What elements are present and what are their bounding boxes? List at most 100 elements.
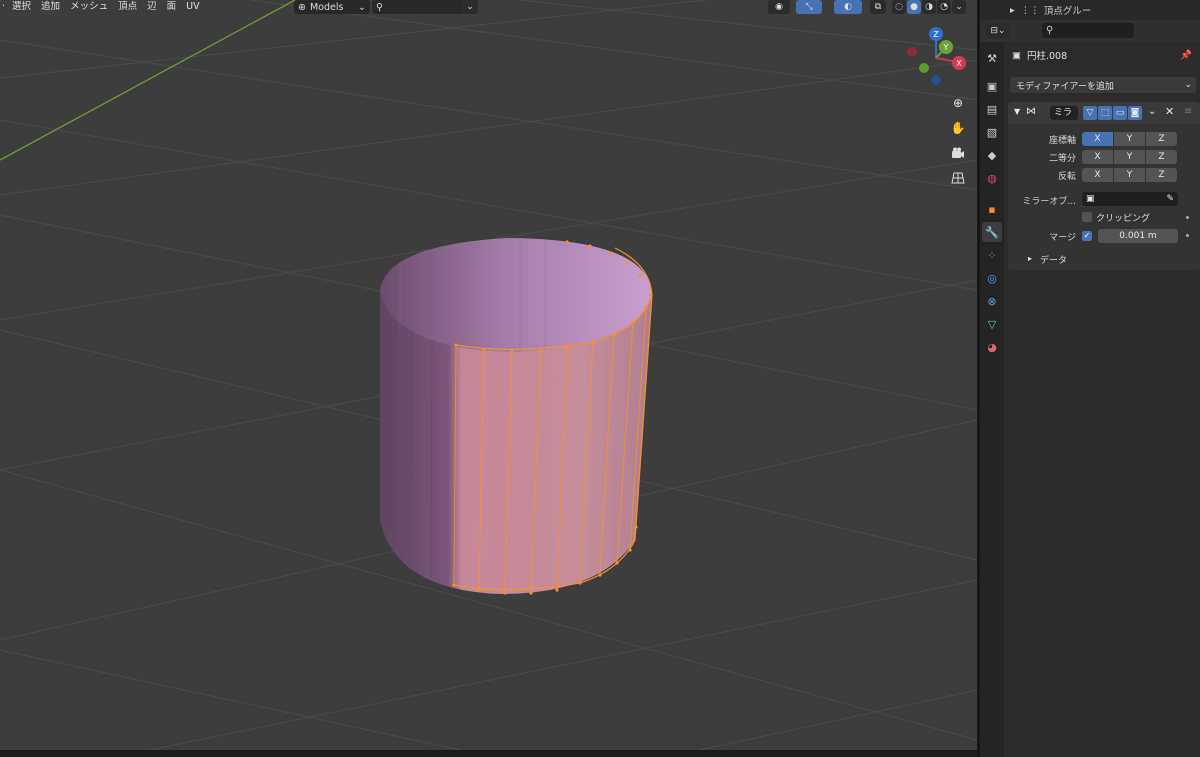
shading-solid-icon[interactable]: ●	[907, 0, 921, 14]
bisect-z-toggle[interactable]: Z	[1146, 150, 1177, 164]
shading-options-icon[interactable]: ⌄	[952, 0, 966, 14]
scene-tab-icon[interactable]: ◆	[982, 145, 1002, 165]
menu-separator: ·	[2, 1, 6, 12]
drag-handle-icon[interactable]: ≡	[1184, 106, 1192, 117]
menu-face[interactable]: 面	[162, 0, 182, 14]
properties-search-field[interactable]: ⚲	[1042, 23, 1134, 38]
modifier-name-field[interactable]: ミラ	[1050, 106, 1078, 120]
particles-tab-icon[interactable]: ⁘	[982, 245, 1002, 265]
chevron-down-icon: ⌄	[358, 1, 366, 13]
cage-toggle-icon[interactable]: ⬚	[1098, 106, 1112, 120]
modifier-panel-header: ▼ ⋈ ミラ ▽ ⬚ ▭ ◙ ⌄ ✕ ≡	[1008, 102, 1200, 124]
viewport-scene[interactable]	[0, 0, 977, 750]
axis-x-toggle[interactable]: X	[1082, 132, 1113, 146]
merge-label: マージ	[1049, 233, 1076, 243]
object-picker-icon: ▣	[1086, 194, 1095, 204]
zoom-icon[interactable]: ⊕	[947, 92, 969, 114]
shading-wireframe-icon[interactable]: ◌	[892, 0, 906, 14]
flip-y-toggle[interactable]: Y	[1114, 168, 1145, 182]
close-icon[interactable]: ✕	[1165, 105, 1174, 118]
search-icon: ⚲	[1046, 25, 1054, 36]
bisect-x-toggle[interactable]: X	[1082, 150, 1113, 164]
gizmo-y-axis[interactable]: Y	[939, 40, 953, 54]
properties-tabs: ⚒ ▣ ▤ ▧ ◆ ◍ ▪ 🔧 ⁘ ◎ ⊗ ▽ ◕	[980, 42, 1004, 757]
object-name: 円柱.008	[1026, 51, 1068, 62]
tool-tab-icon[interactable]: ⚒	[982, 48, 1002, 68]
modifier-menu-chevron-icon[interactable]: ⌄	[1148, 106, 1156, 117]
outliner-item-label: 頂点グルー	[1043, 6, 1092, 17]
data-subpanel-header[interactable]: データ	[1040, 253, 1067, 266]
properties-content: ▣ 円柱.008 📌 モディファイアーを追加 ⌄ ▼ ⋈ ミラ ▽ ⬚ ▭ ◙ …	[1004, 42, 1200, 757]
xray-icon[interactable]: ⧉	[870, 0, 886, 14]
world-tab-icon[interactable]: ◍	[982, 168, 1002, 188]
output-tab-icon[interactable]: ▤	[982, 99, 1002, 119]
collection-label: Models	[309, 1, 344, 13]
mirror-modifier-icon: ⋈	[1026, 106, 1036, 117]
shading-material-icon[interactable]: ◑	[922, 0, 936, 14]
flip-label: 反転	[1057, 172, 1076, 182]
merge-keyframe-dot[interactable]	[1186, 234, 1189, 237]
gizmo-z-axis[interactable]: Z	[929, 27, 943, 41]
bisect-y-toggle[interactable]: Y	[1114, 150, 1145, 164]
flip-z-toggle[interactable]: Z	[1146, 168, 1177, 182]
edit-mode-toggle-icon[interactable]: ▽	[1083, 106, 1097, 120]
menu-mesh[interactable]: メッシュ	[65, 0, 113, 14]
object-name-row: ▣ 円柱.008 📌	[1012, 48, 1192, 63]
camera-view-icon[interactable]	[947, 142, 969, 164]
expand-arrow-icon[interactable]: ▸	[1028, 254, 1032, 263]
outliner-row[interactable]: ▸ ⋮⋮ 頂点グルー	[1010, 0, 1180, 20]
view-layer-tab-icon[interactable]: ▧	[982, 122, 1002, 142]
shading-rendered-icon[interactable]: ◔	[937, 0, 951, 14]
x-axis-line	[0, 0, 296, 161]
menu-select[interactable]: 選択	[7, 0, 36, 14]
gizmo-x-axis[interactable]: X	[952, 56, 966, 70]
data-tab-icon[interactable]: ▽	[982, 314, 1002, 334]
viewport-display-toggle-icon[interactable]: ▭	[1113, 106, 1127, 120]
mirror-object-label: ミラーオブ...	[1022, 197, 1076, 207]
viewport-search-field[interactable]: ⚲	[372, 0, 464, 14]
properties-header: ⊟⌄ ⚲	[980, 20, 1200, 42]
mirror-object-field[interactable]: ▣ ✎	[1082, 192, 1178, 206]
search-options-button[interactable]: ⌄	[462, 0, 478, 14]
constraints-tab-icon[interactable]: ⊗	[982, 291, 1002, 311]
expand-arrow-icon: ▸	[1010, 4, 1015, 16]
object-tab-icon[interactable]: ▪	[982, 199, 1002, 219]
render-toggle-icon[interactable]: ◙	[1128, 106, 1142, 120]
viewport-header: · 選択 追加 メッシュ 頂点 辺 面 UV	[0, 0, 977, 14]
render-tab-icon[interactable]: ▣	[982, 76, 1002, 96]
flip-x-toggle[interactable]: X	[1082, 168, 1113, 182]
collection-dropdown[interactable]: ⊕ Models ⌄	[294, 0, 370, 14]
modifier-tab-icon[interactable]: 🔧	[982, 222, 1002, 242]
bisect-label: 二等分	[1048, 154, 1076, 164]
material-tab-icon[interactable]: ◕	[982, 337, 1002, 357]
merge-checkbox[interactable]: ✓	[1082, 231, 1092, 241]
cylinder-mesh[interactable]	[380, 238, 653, 595]
collapse-arrow-icon[interactable]: ▼	[1014, 107, 1020, 116]
ortho-grid-icon[interactable]	[947, 167, 969, 189]
menu-add[interactable]: 追加	[36, 0, 65, 14]
visibility-icon[interactable]: ◉	[768, 0, 790, 14]
menu-vertex[interactable]: 頂点	[113, 0, 142, 14]
gizmo-toggle-icon[interactable]: ⤡	[796, 0, 822, 14]
blender-window: Z Y X ⊕ ✋ · 選択 追加 メッシュ 頂点 辺 面 UV ⊕ Model…	[0, 0, 1200, 757]
3d-viewport[interactable]: Z Y X ⊕ ✋ · 選択 追加 メッシュ 頂点 辺 面 UV ⊕ Model…	[0, 0, 977, 750]
axis-y-toggle[interactable]: Y	[1114, 132, 1145, 146]
search-icon: ⚲	[376, 1, 383, 13]
eyedropper-icon[interactable]: ✎	[1166, 194, 1174, 204]
menu-edge[interactable]: 辺	[142, 0, 162, 14]
mirror-modifier-panel: ▼ ⋈ ミラ ▽ ⬚ ▭ ◙ ⌄ ✕ ≡ 座標軸 X Y Z 二等分 X Y Z…	[1008, 102, 1200, 270]
editor-type-icon[interactable]: ⊟⌄	[986, 23, 1010, 38]
pan-hand-icon[interactable]: ✋	[947, 117, 969, 139]
clipping-checkbox[interactable]	[1082, 212, 1092, 222]
chevron-down-icon: ⌄	[1184, 80, 1192, 90]
pin-icon[interactable]: 📌	[1180, 50, 1192, 61]
add-modifier-dropdown[interactable]: モディファイアーを追加 ⌄	[1010, 77, 1196, 93]
menu-uv[interactable]: UV	[181, 0, 204, 14]
axis-label: 座標軸	[1048, 136, 1076, 146]
merge-distance-field[interactable]: 0.001 m	[1098, 229, 1178, 243]
physics-tab-icon[interactable]: ◎	[982, 268, 1002, 288]
axis-z-toggle[interactable]: Z	[1146, 132, 1177, 146]
add-modifier-label: モディファイアーを追加	[1016, 81, 1114, 92]
overlay-icon[interactable]: ◐	[834, 0, 862, 14]
clipping-keyframe-dot[interactable]	[1186, 216, 1189, 219]
